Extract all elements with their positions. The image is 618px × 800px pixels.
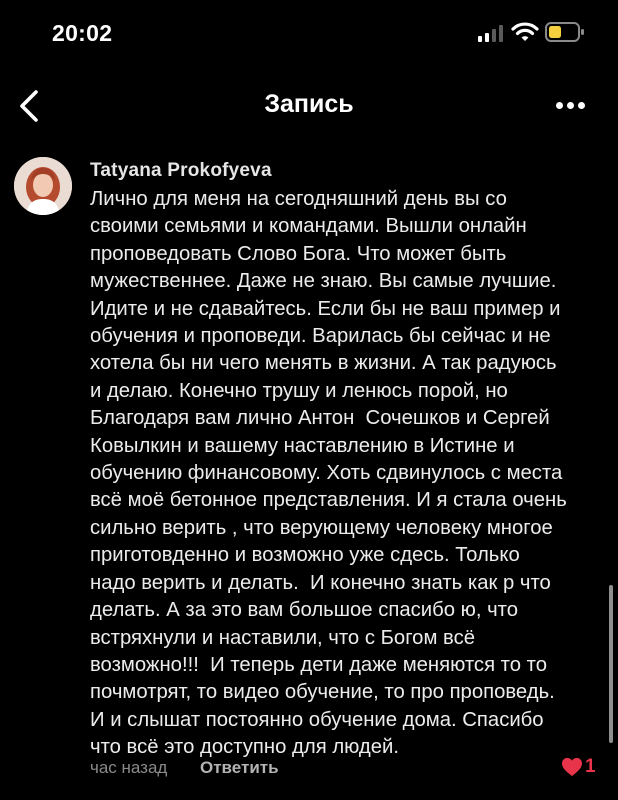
page-title: Запись: [264, 90, 354, 118]
battery-icon: [545, 22, 584, 42]
comment-text-line: И и слышат постоянно обучение дома. Спас…: [90, 708, 544, 731]
cellular-signal-icon: [478, 24, 504, 42]
comment-text-line: возможно!!! И теперь дети даже меняются …: [90, 653, 548, 676]
comment-text-line: обучению финансовому. Хоть сдвинулось с …: [90, 462, 563, 485]
comment-text-line: приготовденно и возможно уже сдесь. Толь…: [90, 544, 520, 567]
comment-text-line: Благодаря вам лично Антон Сочешков и Сер…: [90, 407, 550, 430]
comment-text-line: хотела бы ни чего менять в жизни. А так …: [90, 352, 557, 375]
avatar-image: [14, 157, 72, 215]
wifi-icon: [511, 22, 539, 41]
reply-button[interactable]: Ответить: [200, 758, 279, 778]
scrollbar[interactable]: [609, 585, 613, 743]
comment-text-line: сильно верить , что верующему человеку м…: [90, 516, 553, 539]
comment-text-line: всё моё бетонное представления. И я стал…: [90, 489, 567, 512]
comment-text-line: мужественнее. Даже не знаю. Вы самые луч…: [90, 270, 557, 293]
comment-text-line: почмотрят, то видео обучение, то про про…: [90, 681, 555, 704]
battery-level: [549, 26, 561, 38]
avatar[interactable]: [14, 157, 72, 215]
status-time: 20:02: [52, 20, 113, 46]
comment-text-line: и делаю. Конечно трушу и ленюсь порой, н…: [90, 379, 508, 402]
heart-icon: [562, 757, 582, 777]
like-count: 1: [585, 756, 596, 777]
comment-text: Лично для меня на сегодняшний день вы со…: [90, 186, 602, 762]
more-options-icon[interactable]: [554, 96, 588, 116]
comment-text-line: делать. А за это вам большое спасибо ю, …: [90, 599, 518, 622]
comment-text-line: Идите и не сдавайтесь. Если бы не ваш пр…: [90, 297, 561, 320]
comment-text-line: Ковылкин и вашему наставлению в Истине и: [90, 434, 515, 457]
nav-bar: Запись: [0, 66, 618, 146]
status-bar: 20:02: [0, 0, 618, 66]
comment-text-line: встряхнули и наставили, что с Богом всё: [90, 626, 475, 649]
comment-text-line: своими семьями и командами. Вышли онлайн: [90, 215, 527, 238]
comment-text-line: надо верить и делать. И конечно знать ка…: [90, 571, 551, 594]
comment-timestamp: час назад: [90, 758, 168, 777]
comment-text-line: обучения и проповеди. Варилась бы сейчас…: [90, 325, 551, 348]
comment-author[interactable]: Tatyana Prokofyeva: [90, 160, 272, 182]
comment-meta: час назад Ответить: [90, 758, 279, 778]
comment-text-line: Лично для меня на сегодняшний день вы со: [90, 188, 507, 210]
comment-text-line: проповедовать Слово Бога. Что может быть: [90, 242, 507, 265]
